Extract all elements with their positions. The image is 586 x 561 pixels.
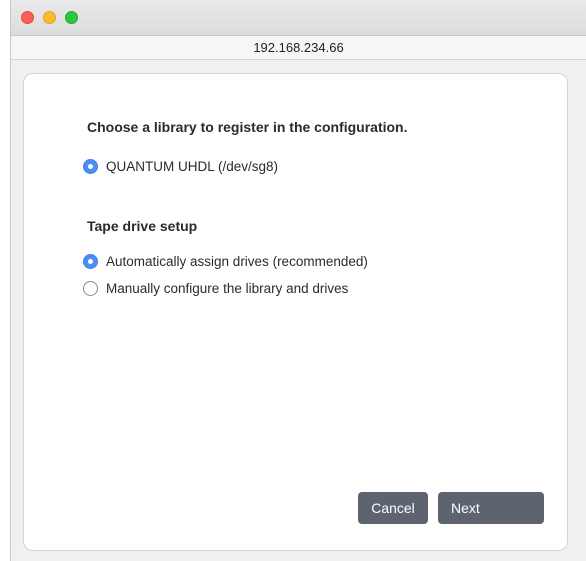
next-button[interactable]: Next [438,492,544,524]
address-bar: 192.168.234.66 [11,36,586,60]
radio-unselected-icon[interactable] [83,280,98,296]
tape-option-manual[interactable]: Manually configure the library and drive… [83,279,348,297]
tape-option-automatic[interactable]: Automatically assign drives (recommended… [83,252,368,270]
radio-selected-icon[interactable] [83,158,98,174]
title-bar [11,0,586,36]
cancel-button[interactable]: Cancel [358,492,428,524]
maximize-window-button[interactable] [65,11,78,24]
library-option-label: QUANTUM UHDL (/dev/sg8) [106,158,279,174]
address-text: 192.168.234.66 [253,40,344,55]
close-window-button[interactable] [21,11,34,24]
app-window: 192.168.234.66 Choose a library to regis… [10,0,586,561]
tape-drive-heading: Tape drive setup [87,218,198,234]
content-area: Choose a library to register in the conf… [11,60,586,561]
tape-option-automatic-label: Automatically assign drives (recommended… [106,253,368,269]
config-card: Choose a library to register in the conf… [23,73,568,551]
library-heading: Choose a library to register in the conf… [87,119,408,135]
tape-option-manual-label: Manually configure the library and drive… [106,280,349,296]
radio-selected-icon[interactable] [83,253,98,269]
library-option-quantum[interactable]: QUANTUM UHDL (/dev/sg8) [83,157,278,175]
minimize-window-button[interactable] [43,11,56,24]
